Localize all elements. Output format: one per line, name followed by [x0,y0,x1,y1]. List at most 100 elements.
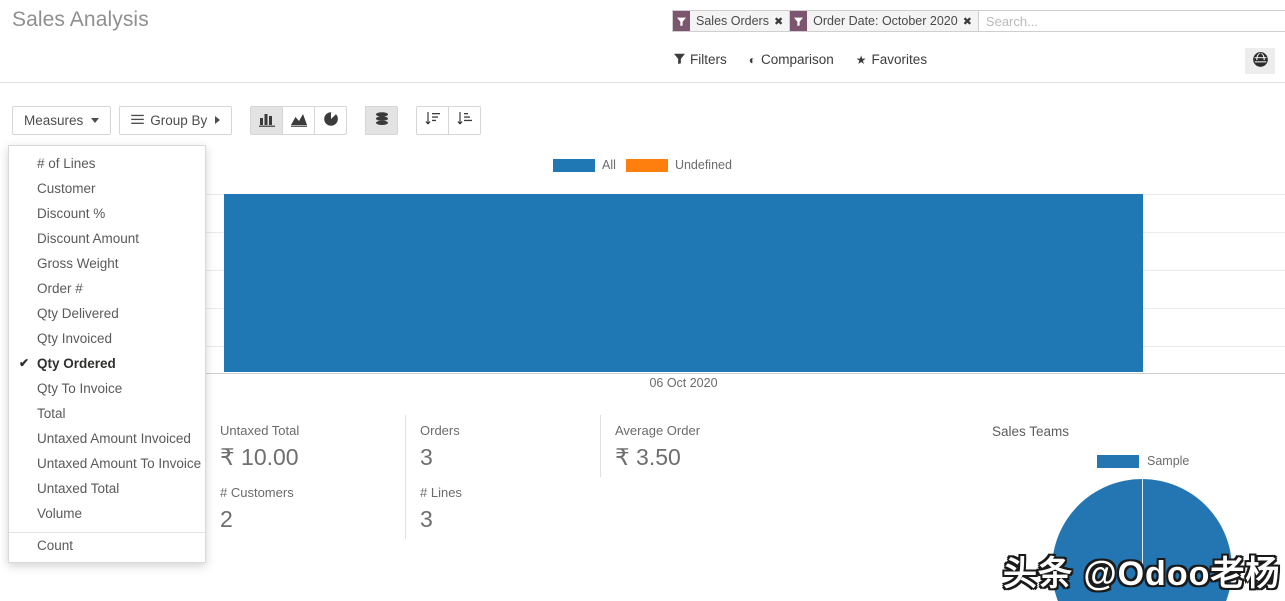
tick-label-text: 06 Oct 2020 [649,376,717,390]
facet-remove-icon[interactable]: ✖ [963,11,978,31]
sort-descending-button[interactable] [416,106,449,135]
database-stack-icon [374,111,390,130]
measures-button-label: Measures [24,113,83,128]
dashboard-globe-icon [1252,51,1269,71]
tile-label: Orders [420,423,600,439]
search-dropdown-menus: Filters ◐ Comparison ★ Favorites [672,50,929,69]
bar-series-all[interactable] [224,194,1143,372]
measure-item-untaxed-total[interactable]: Untaxed Total [9,476,205,501]
measure-label: Untaxed Total [37,481,119,496]
line-chart-button[interactable] [282,106,315,135]
pie-chart-button[interactable] [314,106,347,135]
filter-icon [673,11,690,31]
legend-label: Undefined [675,158,732,172]
measure-item-discount-pct[interactable]: Discount % [9,201,205,226]
legend-swatch [553,159,595,172]
legend-label: Sample [1147,454,1189,468]
measure-label: Untaxed Amount Invoiced [37,431,191,446]
comparison-menu-label: Comparison [761,52,834,67]
sales-teams-legend: Sample [1097,454,1189,468]
measure-item-lines[interactable]: # of Lines [9,151,205,176]
measure-item-untaxed-amount-invoiced[interactable]: Untaxed Amount Invoiced [9,426,205,451]
measure-item-order-number[interactable]: Order # [9,276,205,301]
hamburger-icon [131,113,144,128]
measure-label: Qty Delivered [37,306,119,321]
tile-untaxed-total[interactable]: Untaxed Total ₹ 10.00 [205,415,405,477]
filter-icon [790,11,807,31]
sales-teams-title: Sales Teams [992,424,1285,439]
legend-item-all[interactable]: All [553,158,616,172]
measure-item-untaxed-amount-to-invoice[interactable]: Untaxed Amount To Invoice [9,451,205,476]
measure-label: Gross Weight [37,256,119,271]
favorites-menu-label: Favorites [872,52,928,67]
stat-tile-row: # Customers 2 # Lines 3 [205,477,1015,539]
measure-label: Customer [37,181,96,196]
measure-item-qty-to-invoice[interactable]: Qty To Invoice [9,376,205,401]
measure-label: Qty To Invoice [37,381,122,396]
area-chart-icon [291,111,307,130]
chevron-right-icon [215,116,220,124]
measure-item-qty-invoiced[interactable]: Qty Invoiced [9,326,205,351]
facet-label: Order Date: October 2020 [807,11,963,31]
measure-item-gross-weight[interactable]: Gross Weight [9,251,205,276]
watermark-text: 头条 @Odoo老杨 [1003,546,1280,595]
measure-item-qty-ordered[interactable]: ✔ Qty Ordered [9,351,205,376]
tile-orders[interactable]: Orders 3 [405,415,600,477]
tile-value: 3 [420,443,600,471]
measure-label: # of Lines [37,156,96,171]
chart-type-button-group [250,106,347,135]
stacked-button[interactable] [365,106,398,135]
graph-view-toolbar: Measures Group By [0,95,1285,145]
favorites-menu-button[interactable]: ★ Favorites [854,50,929,69]
legend-item-undefined[interactable]: Undefined [626,158,732,172]
measure-item-customer[interactable]: Customer [9,176,205,201]
search-input[interactable] [979,11,1285,31]
tile-label: Average Order [615,423,860,439]
sales-analysis-page: Sales Analysis Sales Orders ✖ Order Date… [0,0,1285,601]
chart-plot-area [205,185,1285,373]
measure-label: Volume [37,506,82,521]
pie-chart-icon [323,111,339,130]
tile-customers[interactable]: # Customers 2 [205,477,405,539]
comparison-menu-button[interactable]: ◐ Comparison [747,50,836,69]
sort-amount-desc-icon [425,111,441,130]
check-icon: ✔ [19,355,29,372]
measure-label: Count [37,538,73,553]
tile-lines[interactable]: # Lines 3 [405,477,600,539]
chevron-down-icon [91,118,99,123]
bar-chart-button[interactable] [250,106,283,135]
tile-average-order[interactable]: Average Order ₹ 3.50 [600,415,860,477]
measure-item-count[interactable]: Count [9,533,205,562]
sort-ascending-button[interactable] [448,106,481,135]
filters-menu-button[interactable]: Filters [672,50,729,69]
measure-item-volume[interactable]: Volume [9,501,205,526]
measures-button[interactable]: Measures [12,106,111,135]
filters-menu-label: Filters [690,52,727,67]
search-view[interactable]: Sales Orders ✖ Order Date: October 2020 … [672,10,1285,32]
facet-label: Sales Orders [690,11,774,31]
legend-label: All [602,158,616,172]
measure-label: Qty Invoiced [37,331,112,346]
measure-label: Untaxed Amount To Invoice [37,456,201,471]
measure-label: Order # [37,281,83,296]
facet-remove-icon[interactable]: ✖ [774,11,789,31]
measure-item-total[interactable]: Total [9,401,205,426]
group-by-button-label: Group By [150,113,207,128]
tile-value: ₹ 3.50 [615,443,860,471]
measure-label: Discount % [37,206,105,221]
measures-dropdown-menu[interactable]: # of Lines Customer Discount % Discount … [8,145,206,563]
dashboard-toggle-button[interactable] [1245,48,1275,74]
sort-amount-asc-icon [457,111,473,130]
comparison-icon: ◐ [749,54,756,66]
stat-tile-row: Untaxed Total ₹ 10.00 Orders 3 Average O… [205,415,1015,477]
group-by-button[interactable]: Group By [119,106,232,135]
measure-label: Total [37,406,66,421]
legend-swatch [1097,455,1139,468]
measure-item-discount-amount[interactable]: Discount Amount [9,226,205,251]
bar-chart-icon [259,111,275,130]
search-facet-order-date[interactable]: Order Date: October 2020 ✖ [790,11,979,31]
search-facet-sales-orders[interactable]: Sales Orders ✖ [673,11,790,31]
tile-value: ₹ 10.00 [220,443,405,471]
x-axis-line [205,373,1285,374]
measure-item-qty-delivered[interactable]: Qty Delivered [9,301,205,326]
